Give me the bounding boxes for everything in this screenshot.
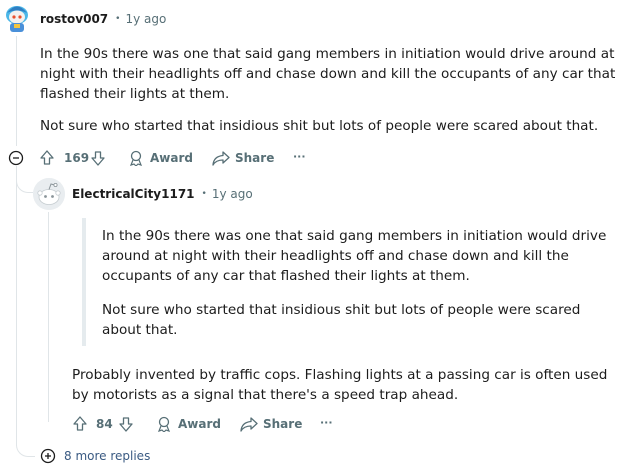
more-replies-label: 8 more replies bbox=[64, 449, 151, 463]
share-icon bbox=[240, 417, 258, 432]
award-button[interactable]: Award bbox=[155, 416, 221, 432]
share-icon bbox=[212, 151, 230, 166]
thread-line-main-lower bbox=[16, 166, 17, 446]
thread-curve-to-reply bbox=[16, 176, 33, 193]
comment-header: rostov007 • 1y ago bbox=[40, 12, 166, 26]
upvote-button[interactable] bbox=[39, 149, 55, 167]
meta-dot: • bbox=[115, 14, 121, 24]
blockquote: In the 90s there was one that said gang … bbox=[82, 218, 616, 346]
vote-count: 169 bbox=[64, 151, 90, 165]
reply-paragraph: Probably invented by traffic cops. Flash… bbox=[72, 367, 608, 403]
award-icon bbox=[129, 150, 143, 166]
thread-line-reply bbox=[48, 212, 49, 422]
avatar[interactable] bbox=[33, 178, 65, 210]
more-replies-button[interactable]: 8 more replies bbox=[40, 448, 150, 464]
meta-dot: • bbox=[201, 189, 207, 199]
vote-count: 84 bbox=[96, 417, 113, 431]
quote-paragraph: Not sure who started that insidious shit… bbox=[102, 302, 581, 338]
reply-header: ElectricalCity1171 • 1y ago bbox=[72, 187, 253, 201]
default-snoo-avatar-icon bbox=[33, 178, 65, 210]
username[interactable]: rostov007 bbox=[40, 12, 108, 26]
comment-body: In the 90s there was one that said gang … bbox=[40, 44, 620, 136]
award-button[interactable]: Award bbox=[127, 150, 193, 166]
comment-paragraph: In the 90s there was one that said gang … bbox=[40, 46, 616, 102]
downvote-button[interactable] bbox=[118, 415, 134, 433]
username[interactable]: ElectricalCity1171 bbox=[72, 187, 195, 201]
collapse-button[interactable] bbox=[8, 150, 24, 166]
upvote-arrow-icon bbox=[40, 150, 54, 165]
downvote-button[interactable] bbox=[90, 149, 106, 167]
downvote-arrow-icon bbox=[91, 151, 105, 166]
thread-line-main bbox=[16, 36, 17, 146]
award-label: Award bbox=[150, 151, 193, 165]
more-options-button[interactable]: ··· bbox=[320, 416, 333, 429]
quote-paragraph: In the 90s there was one that said gang … bbox=[102, 228, 607, 284]
expand-plus-icon bbox=[40, 448, 56, 464]
downvote-arrow-icon bbox=[119, 417, 133, 432]
award-label: Award bbox=[178, 417, 221, 431]
share-label: Share bbox=[235, 151, 275, 165]
avatar[interactable] bbox=[2, 2, 32, 34]
collapse-minus-icon bbox=[8, 150, 24, 166]
upvote-arrow-icon bbox=[73, 416, 87, 431]
timestamp[interactable]: 1y ago bbox=[212, 187, 253, 201]
share-button[interactable]: Share bbox=[212, 150, 274, 166]
share-button[interactable]: Share bbox=[240, 416, 302, 432]
snoo-avatar-icon bbox=[6, 6, 28, 32]
comment-paragraph: Not sure who started that insidious shit… bbox=[40, 118, 599, 134]
thread-curve-to-more bbox=[16, 440, 35, 457]
award-icon bbox=[157, 416, 171, 432]
upvote-button[interactable] bbox=[72, 415, 88, 433]
timestamp[interactable]: 1y ago bbox=[125, 12, 166, 26]
share-label: Share bbox=[263, 417, 303, 431]
more-options-button[interactable]: ··· bbox=[293, 150, 306, 163]
